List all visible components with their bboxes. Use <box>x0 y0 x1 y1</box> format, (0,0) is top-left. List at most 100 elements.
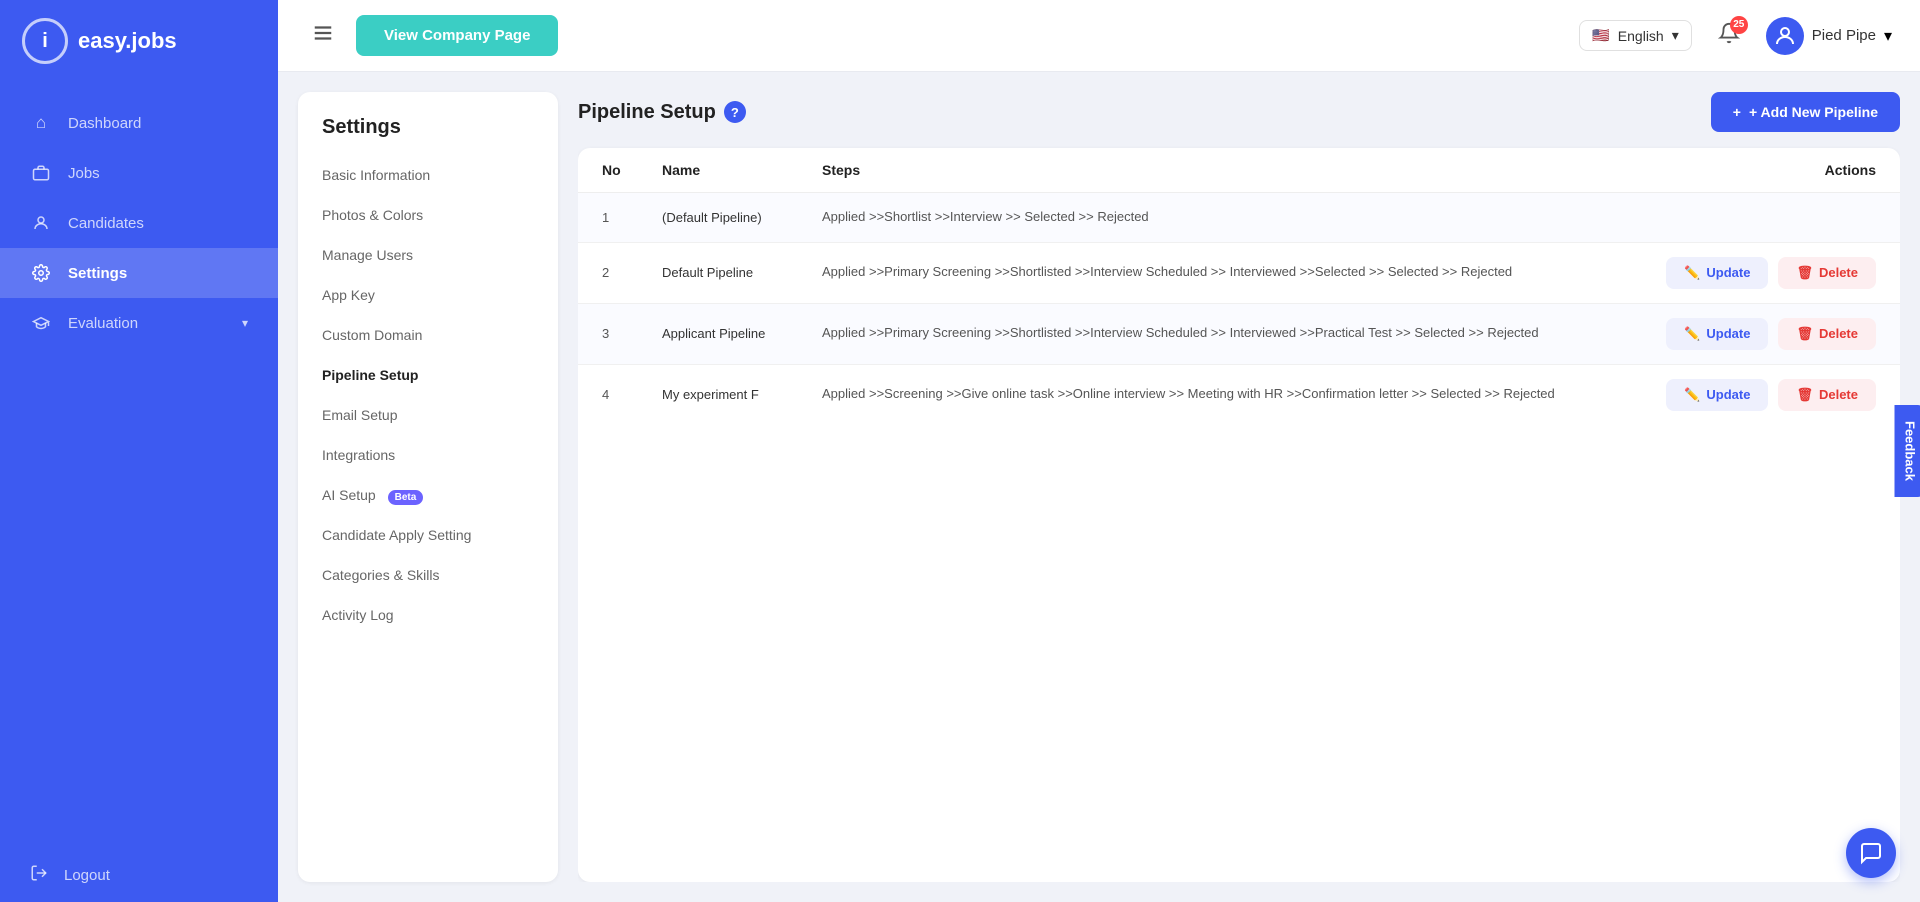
settings-menu-custom-domain[interactable]: Custom Domain <box>298 315 558 355</box>
main-area: View Company Page 🇺🇸 English ▾ 25 Pied P… <box>278 0 1920 902</box>
content-area: Settings Basic Information Photos & Colo… <box>278 72 1920 902</box>
sidebar-nav: ⌂ Dashboard Jobs Candidates Settings E <box>0 82 278 848</box>
pipeline-header: Pipeline Setup ? + + Add New Pipeline <box>578 92 1900 132</box>
settings-panel-title: Settings <box>298 116 558 155</box>
update-button[interactable]: ✏️ Update <box>1666 257 1768 289</box>
delete-button[interactable]: 🗑 Delete <box>1778 379 1876 411</box>
sidebar-item-settings[interactable]: Settings <box>0 248 278 298</box>
settings-menu-activity-log[interactable]: Activity Log <box>298 595 558 635</box>
row-no: 1 <box>602 210 662 225</box>
edit-icon: ✏️ <box>1684 265 1700 281</box>
row-actions: ✏️ Update 🗑 Delete <box>1676 379 1876 411</box>
settings-menu-candidate-apply[interactable]: Candidate Apply Setting <box>298 515 558 555</box>
flag-icon: 🇺🇸 <box>1592 27 1609 44</box>
notifications-button[interactable]: 25 <box>1708 16 1750 56</box>
candidates-icon <box>30 212 52 234</box>
pipeline-content: Pipeline Setup ? + + Add New Pipeline No… <box>578 92 1900 882</box>
sidebar: i easy.jobs ⌂ Dashboard Jobs Candidates … <box>0 0 278 902</box>
sidebar-item-evaluation[interactable]: Evaluation ▾ <box>0 298 278 348</box>
table-row: 2 Default Pipeline Applied >>Primary Scr… <box>578 243 1900 304</box>
add-pipeline-button[interactable]: + + Add New Pipeline <box>1711 92 1900 132</box>
beta-badge: Beta <box>388 490 424 505</box>
row-steps: Applied >>Primary Screening >>Shortliste… <box>822 323 1676 344</box>
settings-menu-categories-skills[interactable]: Categories & Skills <box>298 555 558 595</box>
view-company-button[interactable]: View Company Page <box>356 15 558 56</box>
settings-icon <box>30 262 52 284</box>
table-row: 4 My experiment F Applied >>Screening >>… <box>578 365 1900 425</box>
table-header: No Name Steps Actions <box>578 148 1900 193</box>
user-name: Pied Pipe <box>1812 27 1876 44</box>
chat-button[interactable] <box>1846 828 1896 878</box>
logout-label: Logout <box>64 867 110 884</box>
trash-icon: 🗑 <box>1796 387 1813 403</box>
sidebar-item-label: Settings <box>68 265 127 282</box>
row-no: 4 <box>602 387 662 402</box>
settings-menu-app-key[interactable]: App Key <box>298 275 558 315</box>
row-name: Applicant Pipeline <box>662 326 822 341</box>
sidebar-item-label: Candidates <box>68 215 144 232</box>
col-steps: Steps <box>822 162 1676 178</box>
settings-menu-integrations[interactable]: Integrations <box>298 435 558 475</box>
user-menu[interactable]: Pied Pipe ▾ <box>1766 17 1892 55</box>
sidebar-item-label: Dashboard <box>68 115 141 132</box>
dashboard-icon: ⌂ <box>30 112 52 134</box>
sidebar-logo: i easy.jobs <box>0 0 278 82</box>
avatar <box>1766 17 1804 55</box>
sidebar-item-dashboard[interactable]: ⌂ Dashboard <box>0 98 278 148</box>
sidebar-item-candidates[interactable]: Candidates <box>0 198 278 248</box>
lang-chevron-icon: ▾ <box>1672 27 1679 44</box>
pipeline-table: No Name Steps Actions 1 (Default Pipelin… <box>578 148 1900 882</box>
menu-button[interactable] <box>306 16 340 56</box>
language-selector[interactable]: 🇺🇸 English ▾ <box>1579 20 1691 51</box>
delete-button[interactable]: 🗑 Delete <box>1778 257 1876 289</box>
update-button[interactable]: ✏️ Update <box>1666 379 1768 411</box>
help-icon[interactable]: ? <box>724 101 746 123</box>
evaluation-icon <box>30 312 52 334</box>
logout-icon <box>30 864 48 886</box>
trash-icon: 🗑 <box>1796 326 1813 342</box>
col-name: Name <box>662 162 822 178</box>
trash-icon: 🗑 <box>1796 265 1813 281</box>
sidebar-item-label: Jobs <box>68 165 100 182</box>
col-no: No <box>602 162 662 178</box>
settings-menu-ai-setup[interactable]: AI Setup Beta <box>298 475 558 515</box>
row-actions: ✏️ Update 🗑 Delete <box>1676 257 1876 289</box>
evaluation-chevron-icon: ▾ <box>242 316 248 330</box>
settings-menu-pipeline-setup[interactable]: Pipeline Setup <box>298 355 558 395</box>
header: View Company Page 🇺🇸 English ▾ 25 Pied P… <box>278 0 1920 72</box>
row-steps: Applied >>Screening >>Give online task >… <box>822 384 1676 405</box>
settings-menu-photos-colors[interactable]: Photos & Colors <box>298 195 558 235</box>
row-steps: Applied >>Shortlist >>Interview >> Selec… <box>822 207 1676 228</box>
row-name: My experiment F <box>662 387 822 402</box>
row-steps: Applied >>Primary Screening >>Shortliste… <box>822 262 1676 283</box>
table-row: 1 (Default Pipeline) Applied >>Shortlist… <box>578 193 1900 243</box>
row-no: 3 <box>602 326 662 341</box>
logo-icon: i <box>22 18 68 64</box>
edit-icon: ✏️ <box>1684 387 1700 403</box>
row-no: 2 <box>602 265 662 280</box>
update-button[interactable]: ✏️ Update <box>1666 318 1768 350</box>
settings-menu-email-setup[interactable]: Email Setup <box>298 395 558 435</box>
notification-badge: 25 <box>1730 16 1748 34</box>
row-name: (Default Pipeline) <box>662 210 822 225</box>
pipeline-title-row: Pipeline Setup ? <box>578 101 746 124</box>
col-actions: Actions <box>1676 162 1876 178</box>
pipeline-title: Pipeline Setup <box>578 101 716 124</box>
user-chevron-icon: ▾ <box>1884 26 1892 46</box>
add-pipeline-label: + Add New Pipeline <box>1749 104 1878 120</box>
settings-panel: Settings Basic Information Photos & Colo… <box>298 92 558 882</box>
sidebar-logout[interactable]: Logout <box>0 848 278 902</box>
language-label: English <box>1618 28 1664 44</box>
row-name: Default Pipeline <box>662 265 822 280</box>
add-icon: + <box>1733 104 1741 120</box>
jobs-icon <box>30 162 52 184</box>
settings-menu-basic-info[interactable]: Basic Information <box>298 155 558 195</box>
edit-icon: ✏️ <box>1684 326 1700 342</box>
settings-menu-manage-users[interactable]: Manage Users <box>298 235 558 275</box>
sidebar-item-jobs[interactable]: Jobs <box>0 148 278 198</box>
logo-text: easy.jobs <box>78 28 177 54</box>
delete-button[interactable]: 🗑 Delete <box>1778 318 1876 350</box>
table-row: 3 Applicant Pipeline Applied >>Primary S… <box>578 304 1900 365</box>
feedback-tab[interactable]: Feedback <box>1895 405 1920 497</box>
row-actions: ✏️ Update 🗑 Delete <box>1676 318 1876 350</box>
